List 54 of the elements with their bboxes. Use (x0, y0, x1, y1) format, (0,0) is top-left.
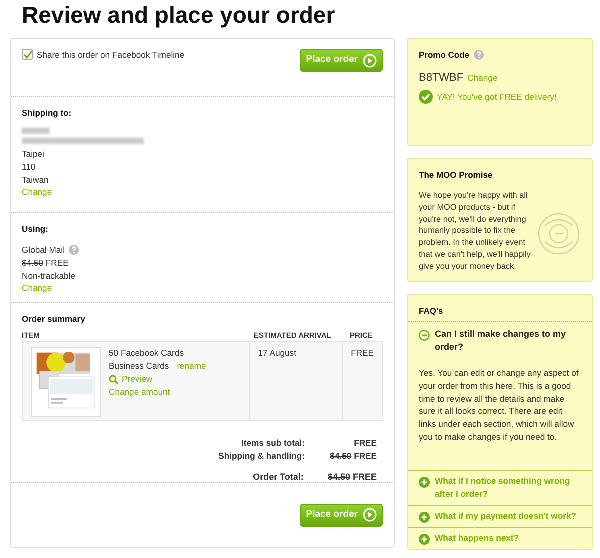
place-order-button[interactable]: Place order (300, 504, 383, 526)
panel-heading: The MOO Promise (419, 169, 494, 182)
section-heading: Order summary (22, 313, 86, 326)
help-icon (69, 245, 79, 256)
address-line: Taipei (22, 148, 46, 161)
plus-icon (419, 512, 430, 523)
plus-icon (419, 477, 430, 488)
share-checkbox[interactable] (22, 49, 33, 60)
preview-link[interactable]: Preview (109, 372, 206, 386)
faq-question[interactable]: What if I notice something wrong after I order? (408, 470, 592, 505)
total-value: FREE (353, 437, 377, 450)
seal-icon (537, 212, 581, 256)
play-icon (363, 54, 377, 68)
faq-question[interactable]: Can I still make changes to my order? (408, 322, 592, 359)
total-value: $4.50 FREE (329, 450, 377, 463)
total-label: Items sub total: (241, 437, 305, 450)
panel-heading: Promo Code (419, 49, 470, 62)
check-circle-icon (419, 90, 433, 104)
product-type: Business Cards (109, 360, 170, 373)
promo-code: B8TWBF (419, 70, 464, 86)
shipping-price: $4.50 FREE (22, 256, 70, 270)
section-heading: Using: (22, 223, 50, 236)
place-order-button[interactable]: Place order (300, 49, 383, 72)
faq-question[interactable]: What if my payment doesn't work? (408, 505, 592, 527)
section-heading: Shipping to: (22, 107, 73, 120)
panel-heading: FAQ's (408, 295, 592, 322)
promise-text: We hope you're happy with all your MOO products - but if you're not, we'll do everything humanly possible to fix the problem. In the unlikely event that we can't help, we'll happily give you your money back. (419, 190, 532, 273)
change-link[interactable]: Change (22, 282, 52, 296)
address-line: Taiwan (22, 174, 50, 186)
plus-icon (419, 534, 430, 545)
check-icon (22, 50, 32, 60)
total-value: $4.50 FREE (328, 470, 377, 484)
redacted-text (22, 128, 50, 134)
faq-question[interactable]: What happens next? (408, 527, 592, 549)
address-line: 110 (22, 160, 37, 174)
change-link[interactable]: Change (468, 72, 498, 85)
search-icon (109, 374, 118, 384)
help-icon (474, 50, 484, 60)
total-label: Shipping & handling: (218, 450, 305, 463)
success-message: YAY! You've got FREE delivery! (437, 90, 557, 104)
arrival-date: 17 August (258, 348, 296, 358)
change-link[interactable]: Change (22, 186, 52, 200)
item-price: FREE (351, 348, 374, 358)
faq-answer: Yes. You can edit or change any aspect of your order from this here. This is a good time to review all the details and make sure it all looks correct. There are edit links under each section, which will allow you to make changes if you need to. (418, 366, 580, 444)
total-label: Order Total: (253, 470, 304, 484)
tracking-note: Non-trackable (22, 270, 76, 282)
shipping-method: Global Mail (22, 244, 65, 257)
play-icon (363, 508, 377, 522)
change-amount-link[interactable]: Change amount (109, 386, 206, 399)
share-label: Share this order on Facebook Timeline (37, 49, 185, 62)
product-title: 50 Facebook Cards (109, 347, 185, 360)
rename-link[interactable]: rename (177, 360, 206, 373)
page-title: Review and place your order (21, 1, 336, 30)
minus-icon (419, 330, 430, 341)
